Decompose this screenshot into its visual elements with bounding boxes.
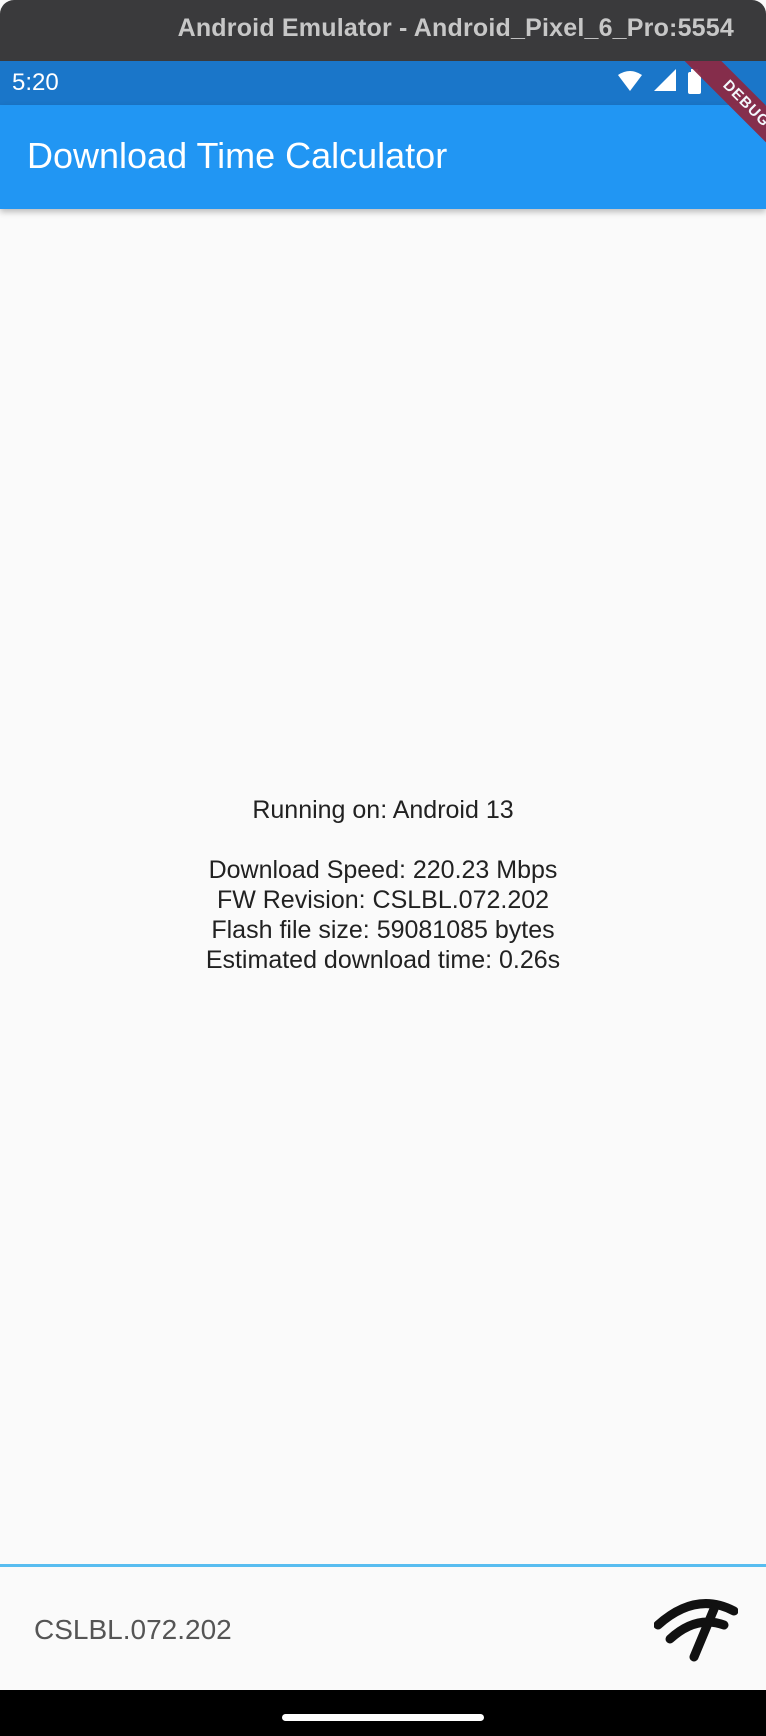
app-title: Download Time Calculator [27, 135, 448, 176]
flash-file-size-text: Flash file size: 59081085 bytes [211, 916, 555, 944]
download-speed-text: Download Speed: 220.23 Mbps [208, 856, 558, 884]
wifi-icon [618, 71, 642, 91]
info-block: Running on: Android 13 Download Speed: 2… [0, 795, 766, 975]
estimated-time-text: Estimated download time: 0.26s [205, 946, 561, 974]
status-time: 5:20 [12, 69, 59, 96]
bottom-bar: CSLBL.072.202 [0, 1564, 766, 1690]
main-content: Running on: Android 13 Download Speed: 2… [0, 209, 766, 1564]
emulator-title: Android Emulator - Android_Pixel_6_Pro:5… [177, 14, 734, 42]
app-bar: Download Time Calculator [0, 105, 766, 209]
fw-revision-text: FW Revision: CSLBL.072.202 [216, 886, 550, 914]
battery-icon [688, 69, 701, 94]
status-icons [618, 69, 701, 94]
network-speed-icon[interactable] [654, 1597, 738, 1663]
running-on-text: Running on: Android 13 [252, 796, 514, 824]
home-gesture-handle[interactable] [282, 1714, 484, 1721]
cell-signal-icon [654, 69, 676, 91]
status-bar: 5:20 [0, 61, 766, 105]
navigation-bar [0, 1690, 766, 1736]
fw-version-label: CSLBL.072.202 [34, 1614, 232, 1645]
emulator-titlebar: Android Emulator - Android_Pixel_6_Pro:5… [0, 0, 766, 61]
